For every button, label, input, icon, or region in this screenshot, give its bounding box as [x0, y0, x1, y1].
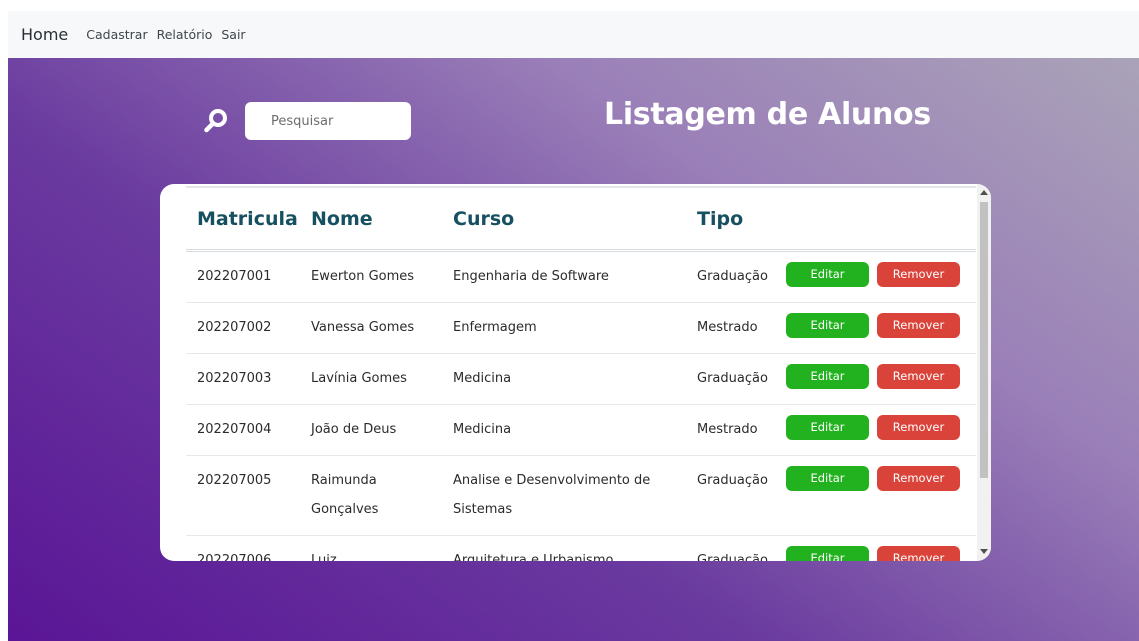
search-input[interactable] — [245, 102, 411, 140]
cell-actions: Editar Remover — [776, 252, 976, 303]
table-row: 202207006 Luiz ... Arquitetura e Urbanis… — [186, 536, 976, 561]
edit-button[interactable]: Editar — [786, 415, 869, 440]
cell-tipo: Mestrado — [686, 303, 776, 354]
table-row: 202207003 Lavínia Gomes Medicina Graduaç… — [186, 354, 976, 405]
students-table-card: Matricula Nome Curso Tipo 202207001 Ewer… — [160, 184, 991, 561]
edit-button[interactable]: Editar — [786, 262, 869, 287]
page-title: Listagem de Alunos — [604, 97, 931, 132]
scroll-up-arrow-icon[interactable] — [980, 190, 988, 195]
search-icon[interactable] — [203, 108, 229, 134]
nav-relatorio-link[interactable]: Relatório — [157, 27, 213, 42]
edit-button[interactable]: Editar — [786, 313, 869, 338]
cell-actions: Editar Remover — [776, 354, 976, 405]
cell-curso: Engenharia de Software — [442, 252, 686, 303]
header-curso: Curso — [442, 186, 686, 252]
navbar: Home Cadastrar Relatório Sair — [8, 11, 1139, 58]
cell-tipo: Graduação — [686, 252, 776, 303]
cell-actions: Editar Remover — [776, 405, 976, 456]
cell-actions: Editar Remover — [776, 456, 976, 536]
students-table: Matricula Nome Curso Tipo 202207001 Ewer… — [186, 186, 976, 561]
cell-nome: João de Deus — [300, 405, 442, 456]
cell-matricula: 202207001 — [186, 252, 300, 303]
cell-nome: Luiz ... — [300, 536, 442, 561]
edit-button[interactable]: Editar — [786, 364, 869, 389]
cell-nome: Lavínia Gomes — [300, 354, 442, 405]
nav-cadastrar-link[interactable]: Cadastrar — [86, 27, 147, 42]
cell-actions: Editar Remover — [776, 536, 976, 561]
header-actions — [776, 186, 976, 252]
cell-actions: Editar Remover — [776, 303, 976, 354]
header-matricula: Matricula — [186, 186, 300, 252]
cell-nome: Ewerton Gomes — [300, 252, 442, 303]
cell-tipo: Mestrado — [686, 405, 776, 456]
cell-matricula: 202207004 — [186, 405, 300, 456]
table-scrollbar[interactable] — [977, 184, 991, 561]
header-tipo: Tipo — [686, 186, 776, 252]
edit-button[interactable]: Editar — [786, 546, 869, 561]
edit-button[interactable]: Editar — [786, 466, 869, 491]
cell-matricula: 202207002 — [186, 303, 300, 354]
header-nome: Nome — [300, 186, 442, 252]
scrollbar-thumb[interactable] — [980, 202, 988, 478]
remove-button[interactable]: Remover — [877, 546, 960, 561]
remove-button[interactable]: Remover — [877, 466, 960, 491]
cell-matricula: 202207006 — [186, 536, 300, 561]
cell-curso: Analise e Desenvolvimento de Sistemas — [442, 456, 686, 536]
nav-home-link[interactable]: Home — [21, 25, 68, 44]
cell-tipo: Graduação — [686, 456, 776, 536]
cell-nome: Raimunda Gonçalves — [300, 456, 442, 536]
nav-sair-link[interactable]: Sair — [221, 27, 245, 42]
table-row: 202207004 João de Deus Medicina Mestrado… — [186, 405, 976, 456]
table-row: 202207001 Ewerton Gomes Engenharia de So… — [186, 252, 976, 303]
table-scroll-area: Matricula Nome Curso Tipo 202207001 Ewer… — [160, 184, 977, 561]
remove-button[interactable]: Remover — [877, 262, 960, 287]
cell-curso: Medicina — [442, 405, 686, 456]
cell-curso: Enfermagem — [442, 303, 686, 354]
cell-tipo: Graduação — [686, 536, 776, 561]
table-header-row: Matricula Nome Curso Tipo — [186, 186, 976, 252]
table-row: 202207005 Raimunda Gonçalves Analise e D… — [186, 456, 976, 536]
remove-button[interactable]: Remover — [877, 364, 960, 389]
scroll-down-arrow-icon[interactable] — [980, 549, 988, 554]
cell-matricula: 202207005 — [186, 456, 300, 536]
remove-button[interactable]: Remover — [877, 415, 960, 440]
cell-nome: Vanessa Gomes — [300, 303, 442, 354]
cell-curso: Medicina — [442, 354, 686, 405]
cell-matricula: 202207003 — [186, 354, 300, 405]
cell-tipo: Graduação — [686, 354, 776, 405]
table-row: 202207002 Vanessa Gomes Enfermagem Mestr… — [186, 303, 976, 354]
cell-curso: Arquitetura e Urbanismo — [442, 536, 686, 561]
remove-button[interactable]: Remover — [877, 313, 960, 338]
